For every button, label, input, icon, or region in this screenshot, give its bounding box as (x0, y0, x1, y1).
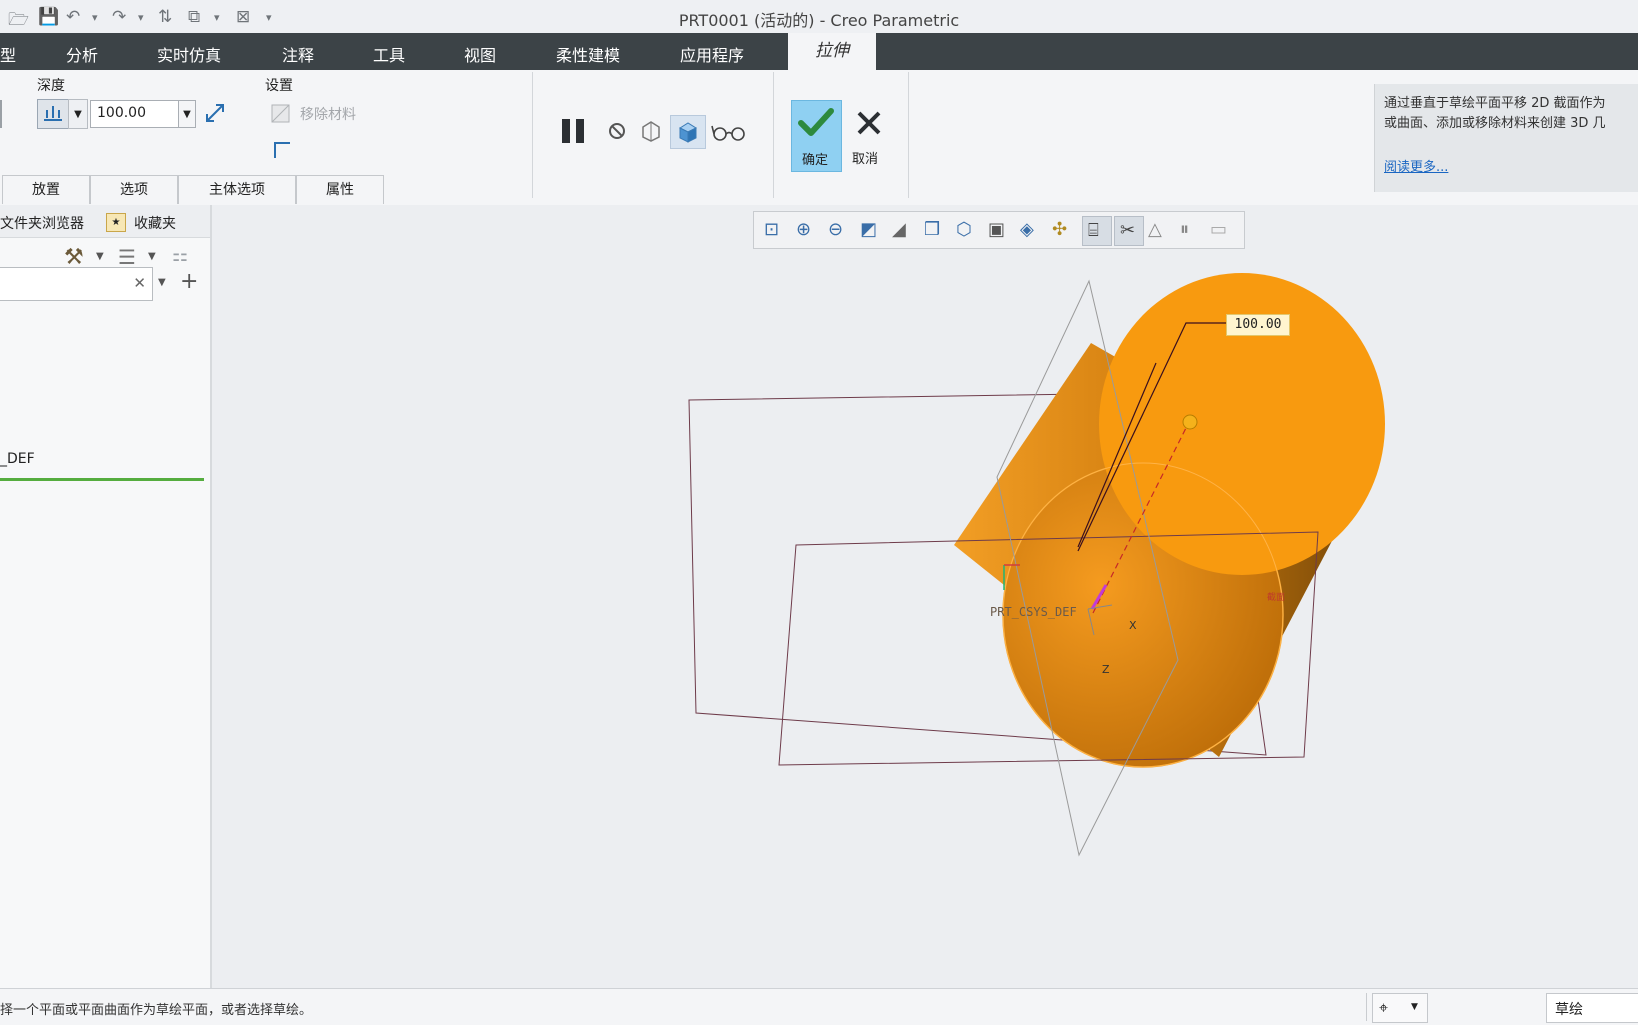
verify-button[interactable] (710, 116, 748, 146)
help-panel: 通过垂直于草绘平面平移 2D 截面作为 或曲面、添加或移除材料来创建 3D 几 … (1374, 84, 1638, 192)
help-text-line2: 或曲面、添加或移除材料来创建 3D 几 (1384, 116, 1606, 131)
no-preview-icon (609, 123, 625, 139)
settings-label: 设置 (265, 78, 293, 94)
tree-filter-icon[interactable]: ☰ (118, 245, 136, 269)
chevron-down-icon: ▼ (183, 108, 191, 120)
menu-analysis[interactable]: 分析 (66, 42, 98, 66)
blind-depth-icon (44, 106, 62, 121)
chevron-down-icon: ▼ (74, 108, 82, 120)
menu-applications[interactable]: 应用程序 (680, 42, 744, 66)
glasses-icon (711, 125, 745, 141)
add-icon[interactable]: + (180, 269, 198, 294)
selection-filter-value: 草绘 (1555, 1002, 1583, 1018)
window-title: PRT0001 (活动的) - Creo Parametric (678, 11, 960, 30)
flip-direction-icon (206, 104, 224, 122)
remove-material-icon[interactable] (268, 100, 294, 126)
chevron-down-icon[interactable]: ▼ (96, 251, 104, 262)
depth-type-dropdown[interactable]: ▼ (68, 99, 88, 129)
tree-item-csys[interactable]: _DEF (0, 451, 35, 467)
tab-body-options[interactable]: 主体选项 (178, 175, 296, 204)
insert-here-marker[interactable] (0, 478, 204, 481)
depth-dimension-label[interactable]: 100.00 (1226, 314, 1290, 336)
tab-folder-browser[interactable]: 文件夹浏览器 (0, 213, 84, 233)
depth-input[interactable]: 100.00 (90, 100, 180, 128)
navigator-tabs: 文件夹浏览器 ★ 收藏夹 (0, 205, 210, 238)
csys-x-label: X (1129, 619, 1137, 632)
menu-view[interactable]: 视图 (464, 42, 496, 66)
menu-flexible-modeling[interactable]: 柔性建模 (556, 42, 620, 66)
status-divider (1366, 993, 1367, 1021)
wireframe-cube-icon (642, 121, 660, 142)
find-button[interactable]: ⌖ ▼ (1372, 993, 1428, 1023)
shaded-cube-icon (678, 122, 698, 143)
depth-label: 深度 (37, 78, 65, 94)
no-preview-button[interactable] (604, 118, 630, 144)
close-icon (857, 111, 881, 135)
remove-material-label[interactable]: 移除材料 (300, 104, 356, 124)
navigator-panel: 文件夹浏览器 ★ 收藏夹 ⚒ ▼ ☰ ▼ ⚏ ✕ ▼ + _DEF (0, 205, 212, 988)
graphics-area[interactable]: ⊡ ⊕ ⊖ ◩ ◢ ❒ ⬡ ▣ ◈ ✣ ⌸ ✂ △ ⏸ ▭ 100.00 PRT… (212, 205, 1638, 988)
ribbon-divider (773, 72, 774, 198)
chevron-down-icon[interactable]: ▼ (158, 277, 166, 288)
thicken-sketch-button[interactable] (270, 138, 294, 162)
pause-button[interactable] (556, 114, 590, 148)
pause-icon (562, 119, 584, 143)
model-scene[interactable] (212, 205, 1638, 988)
attached-preview-button[interactable] (636, 116, 666, 146)
tab-favorites[interactable]: 收藏夹 (134, 213, 176, 233)
chevron-down-icon: ▼ (1411, 1002, 1418, 1012)
title-bar: 🗁 💾 ↶ ▾ ↷ ▾ ⇅ ⧉ ▾ ⊠ ▾ PRT0001 (活动的) - Cr… (0, 0, 1638, 33)
menu-model[interactable]: 型 (0, 42, 16, 66)
menu-annotate[interactable]: 注释 (282, 42, 314, 66)
ribbon-divider (532, 72, 533, 198)
menu-tools[interactable]: 工具 (373, 42, 405, 66)
favorites-icon: ★ (106, 213, 126, 232)
depth-type-button[interactable] (37, 99, 69, 129)
csys-z-label: Z (1102, 663, 1110, 676)
cancel-label: 取消 (852, 152, 879, 167)
tab-placement[interactable]: 放置 (2, 175, 90, 204)
section-label: 截面 (1267, 593, 1286, 603)
tab-extrude[interactable]: 拉伸 (788, 33, 876, 70)
ok-label: 确定 (802, 153, 829, 168)
help-text-line1: 通过垂直于草绘平面平移 2D 截面作为 (1384, 96, 1606, 111)
ribbon-edge (0, 100, 2, 128)
read-more-link[interactable]: 阅读更多... (1384, 156, 1448, 175)
chevron-down-icon[interactable]: ▼ (148, 251, 156, 262)
menu-live-simulation[interactable]: 实时仿真 (157, 42, 221, 66)
tab-options[interactable]: 选项 (90, 175, 178, 204)
ok-button[interactable]: 确定 (791, 100, 842, 172)
status-bar: 择一个平面或平面曲面作为草绘平面，或者选择草绘。 ⌖ ▼ 草绘 (0, 988, 1638, 1025)
cancel-button[interactable]: 取消 (846, 100, 890, 170)
binoculars-icon: ⌖ (1379, 998, 1389, 1017)
thicken-icon (274, 142, 290, 158)
show-hide-icon[interactable]: ⚏ (172, 245, 188, 266)
tab-properties[interactable]: 属性 (296, 175, 384, 204)
status-message: 择一个平面或平面曲面作为草绘平面，或者选择草绘。 (0, 1003, 313, 1018)
clear-search-icon[interactable]: ✕ (133, 274, 146, 292)
csys-label: PRT_CSYS_DEF (990, 605, 1077, 619)
depth-value: 100.00 (97, 105, 146, 121)
detached-preview-button[interactable] (670, 115, 706, 149)
search-input[interactable]: ✕ (0, 267, 153, 301)
ribbon-divider (908, 72, 909, 198)
depth-value-dropdown[interactable]: ▼ (178, 100, 196, 128)
depth-drag-handle[interactable] (1182, 414, 1198, 430)
flip-depth-button[interactable] (202, 99, 228, 127)
selection-filter-select[interactable]: 草绘 (1546, 993, 1638, 1023)
check-icon (798, 108, 834, 136)
